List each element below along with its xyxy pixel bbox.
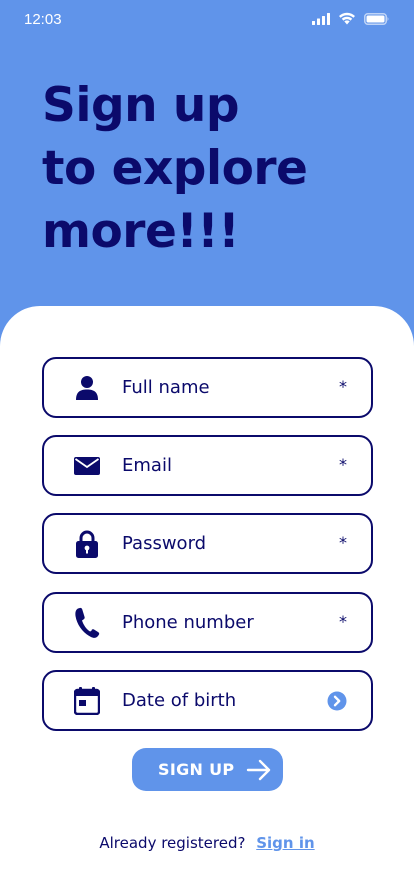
chevron-right-circle-icon[interactable] <box>327 691 347 711</box>
status-bar: 12:03 <box>0 0 414 40</box>
wifi-icon <box>339 12 355 25</box>
lock-icon <box>72 529 102 559</box>
title-line: Sign up <box>42 78 240 133</box>
signal-icon <box>312 12 330 25</box>
battery-icon <box>364 12 389 25</box>
field-label: Phone number <box>122 612 254 633</box>
arrow-right-icon <box>247 759 271 780</box>
required-marker: * <box>339 533 347 552</box>
calendar-icon <box>72 686 102 716</box>
phone-number-field[interactable]: Phone number * <box>42 592 373 653</box>
footer-prompt: Already registered? <box>99 834 246 852</box>
required-marker: * <box>339 612 347 631</box>
field-label: Date of birth <box>122 690 237 711</box>
required-marker: * <box>339 377 347 396</box>
phone-icon <box>72 607 102 638</box>
user-icon <box>72 373 102 403</box>
password-field[interactable]: Password * <box>42 513 373 574</box>
full-name-field[interactable]: Full name * <box>42 357 373 418</box>
status-icons <box>312 12 390 25</box>
footer: Already registered? Sign in <box>0 834 414 852</box>
sign-up-button[interactable]: SIGN UP <box>132 748 283 791</box>
sign-in-link[interactable]: Sign in <box>256 834 314 852</box>
status-time: 12:03 <box>24 11 62 28</box>
title-line: more!!! <box>42 204 240 259</box>
page-title: Sign up to explore more!!! <box>42 74 382 263</box>
required-marker: * <box>339 455 347 474</box>
title-line: to explore <box>42 141 308 196</box>
field-label: Password <box>122 533 207 554</box>
email-field[interactable]: Email * <box>42 435 373 496</box>
field-label: Full name <box>122 377 210 398</box>
field-label: Email <box>122 455 172 476</box>
sign-up-label: SIGN UP <box>158 760 235 779</box>
mail-icon <box>72 451 102 481</box>
date-of-birth-field[interactable]: Date of birth <box>42 670 373 731</box>
